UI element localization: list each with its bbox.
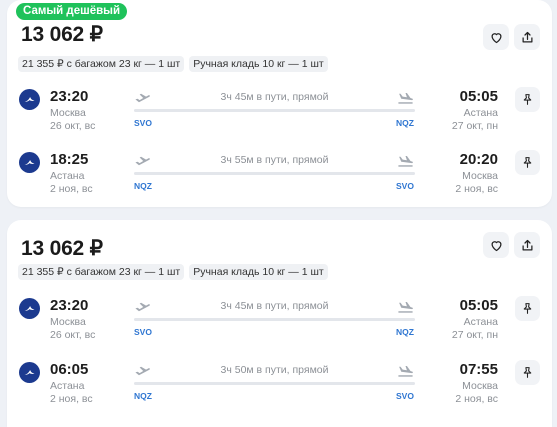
plane-takeoff-icon bbox=[135, 93, 150, 103]
flight-track bbox=[134, 172, 415, 175]
favorite-button[interactable] bbox=[483, 232, 509, 258]
pin-icon bbox=[523, 367, 532, 378]
arrival-city: Москва bbox=[462, 170, 498, 182]
pin-button[interactable] bbox=[515, 360, 540, 385]
heart-icon bbox=[491, 240, 501, 251]
departure-date: 2 ноя, вс bbox=[50, 393, 93, 405]
departure-time: 23:20 bbox=[50, 88, 89, 105]
arrival-date: 27 окт, пн bbox=[451, 329, 498, 341]
departure-time: 23:20 bbox=[50, 297, 89, 314]
arrival-airport-code: SVO bbox=[396, 391, 414, 401]
plane-takeoff-icon bbox=[135, 302, 150, 312]
arrival-city: Астана bbox=[463, 316, 498, 328]
plane-landing-icon bbox=[398, 302, 413, 313]
airline-logo bbox=[19, 362, 40, 383]
departure-date: 26 окт, вс bbox=[50, 329, 96, 341]
departure-city: Астана bbox=[50, 380, 85, 392]
flight-track bbox=[134, 318, 415, 321]
flight-segment-return[interactable]: 18:25 Астана 2 ноя, вс 3ч 55м в пути, пр… bbox=[7, 150, 552, 206]
pin-icon bbox=[523, 94, 532, 105]
baggage-price-chip[interactable]: 21 355 ₽ с багажом 23 кг — 1 шт bbox=[18, 56, 185, 72]
pin-icon bbox=[523, 303, 532, 314]
cheapest-badge: Самый дешёвый bbox=[16, 3, 128, 20]
flight-segment-outbound[interactable]: 23:20 Москва 26 окт, вс 3ч 45м в пути, п… bbox=[7, 87, 552, 143]
share-button[interactable] bbox=[514, 24, 540, 50]
arrival-time: 20:20 bbox=[459, 151, 498, 168]
departure-city: Москва bbox=[50, 316, 86, 328]
arrival-date: 2 ноя, вс bbox=[455, 183, 498, 195]
flight-duration: 3ч 55м в пути, прямой bbox=[220, 154, 329, 166]
flight-duration: 3ч 45м в пути, прямой bbox=[220, 91, 329, 103]
share-icon bbox=[522, 31, 532, 42]
arrival-airport-code: NQZ bbox=[396, 118, 414, 128]
baggage-chips: 21 355 ₽ с багажом 23 кг — 1 шт Ручная к… bbox=[18, 56, 328, 72]
departure-date: 26 окт, вс bbox=[50, 120, 96, 132]
ticket-price: 13 062 ₽ bbox=[21, 23, 103, 46]
departure-time: 18:25 bbox=[50, 151, 89, 168]
departure-city: Москва bbox=[50, 107, 86, 119]
airline-logo bbox=[19, 298, 40, 319]
plane-landing-icon bbox=[398, 93, 413, 104]
departure-airport-code: SVO bbox=[134, 327, 152, 337]
share-button[interactable] bbox=[514, 232, 540, 258]
share-icon bbox=[522, 239, 532, 250]
departure-city: Астана bbox=[50, 170, 85, 182]
airline-logo bbox=[19, 152, 40, 173]
airline-bird-icon bbox=[24, 306, 35, 311]
departure-date: 2 ноя, вс bbox=[50, 183, 93, 195]
flight-segment-outbound[interactable]: 23:20 Москва 26 окт, вс 3ч 45м в пути, п… bbox=[7, 296, 552, 352]
arrival-time: 05:05 bbox=[459, 297, 498, 314]
airline-bird-icon bbox=[24, 160, 35, 165]
airline-bird-icon bbox=[24, 97, 35, 102]
heart-icon bbox=[491, 32, 501, 43]
departure-airport-code: NQZ bbox=[134, 181, 152, 191]
arrival-airport-code: NQZ bbox=[396, 327, 414, 337]
arrival-city: Астана bbox=[463, 107, 498, 119]
arrival-city: Москва bbox=[462, 380, 498, 392]
hand-luggage-chip: Ручная кладь 10 кг — 1 шт bbox=[189, 264, 328, 280]
flight-segment-return[interactable]: 06:05 Астана 2 ноя, вс 3ч 50м в пути, пр… bbox=[7, 360, 552, 416]
plane-landing-icon bbox=[398, 156, 413, 167]
flight-track bbox=[134, 382, 415, 385]
plane-takeoff-icon bbox=[135, 156, 150, 166]
plane-landing-icon bbox=[398, 366, 413, 377]
pin-button[interactable] bbox=[515, 150, 540, 175]
ticket-card[interactable]: Самый дешёвый 13 062 ₽ 21 355 ₽ с багажо… bbox=[7, 0, 552, 207]
flight-duration: 3ч 50м в пути, прямой bbox=[220, 364, 329, 376]
arrival-date: 2 ноя, вс bbox=[455, 393, 498, 405]
hand-luggage-chip: Ручная кладь 10 кг — 1 шт bbox=[189, 56, 328, 72]
ticket-card[interactable]: 13 062 ₽ 21 355 ₽ с багажом 23 кг — 1 шт… bbox=[7, 220, 552, 427]
pin-button[interactable] bbox=[515, 296, 540, 321]
departure-time: 06:05 bbox=[50, 361, 89, 378]
departure-airport-code: NQZ bbox=[134, 391, 152, 401]
arrival-airport-code: SVO bbox=[396, 181, 414, 191]
plane-takeoff-icon bbox=[135, 366, 150, 376]
airline-bird-icon bbox=[24, 370, 35, 375]
arrival-date: 27 окт, пн bbox=[451, 120, 498, 132]
baggage-chips: 21 355 ₽ с багажом 23 кг — 1 шт Ручная к… bbox=[18, 264, 328, 280]
flight-track bbox=[134, 109, 415, 112]
pin-button[interactable] bbox=[515, 87, 540, 112]
ticket-price: 13 062 ₽ bbox=[21, 237, 103, 260]
pin-icon bbox=[523, 157, 532, 168]
airline-logo bbox=[19, 89, 40, 110]
favorite-button[interactable] bbox=[483, 24, 509, 50]
arrival-time: 05:05 bbox=[459, 88, 498, 105]
departure-airport-code: SVO bbox=[134, 118, 152, 128]
baggage-price-chip[interactable]: 21 355 ₽ с багажом 23 кг — 1 шт bbox=[18, 264, 185, 280]
flight-duration: 3ч 45м в пути, прямой bbox=[220, 300, 329, 312]
arrival-time: 07:55 bbox=[459, 361, 498, 378]
